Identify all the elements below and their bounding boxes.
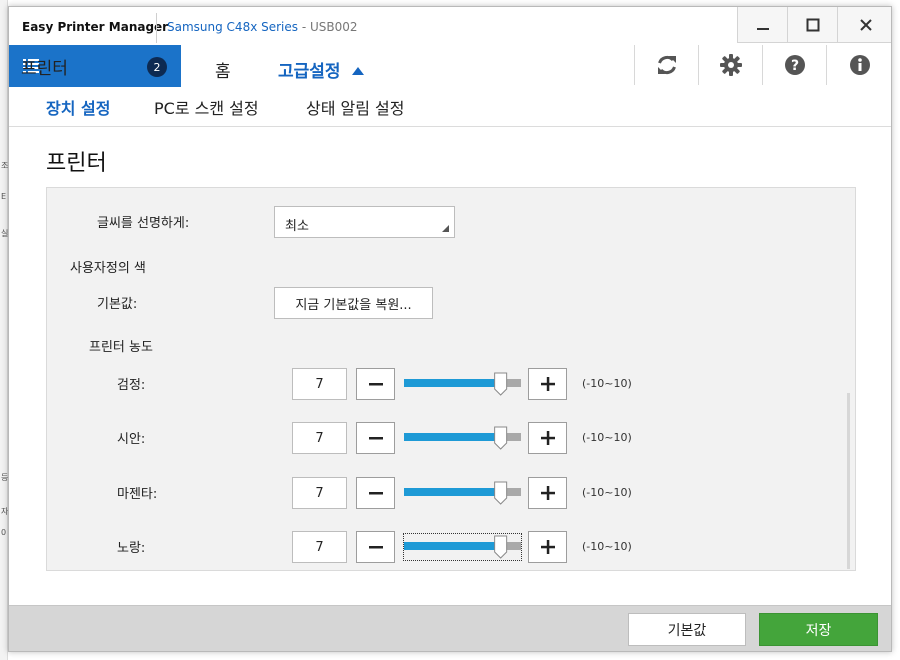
sharpen-text-value: 최소 (285, 219, 309, 234)
slider-graphic (404, 481, 521, 505)
increase-button[interactable] (528, 422, 567, 454)
slider-thumb (494, 481, 508, 505)
density-value[interactable]: 7 (292, 368, 347, 400)
info-button[interactable] (826, 45, 891, 85)
density-label: 시안: (117, 432, 146, 447)
printer-tab-label: 프린터 (21, 58, 68, 79)
slider-graphic (404, 426, 521, 450)
slider-thumb (494, 426, 508, 450)
refresh-icon (657, 55, 676, 75)
density-label: 노랑: (117, 541, 146, 556)
slider-thumb (494, 372, 508, 396)
density-value[interactable]: 7 (292, 477, 347, 509)
increase-button[interactable] (528, 477, 567, 509)
printer-settings-panel: 글씨를 선명하게: 최소 사용자정의 색 기본값: 지금 기본값을 복원... … (46, 187, 856, 571)
density-slider[interactable] (404, 425, 521, 451)
sharpen-text-select[interactable]: 최소 (274, 206, 455, 238)
caret-up-icon (352, 67, 365, 75)
density-value[interactable]: 7 (292, 422, 347, 454)
default-label: 기본값: (97, 297, 138, 312)
range-text: (-10~10) (582, 486, 632, 499)
density-row-magenta: 마젠타: 7 (-10~10) (47, 477, 857, 511)
footer-bar: 기본값 저장 (9, 605, 891, 651)
density-slider[interactable] (404, 371, 521, 397)
default-button[interactable]: 기본값 (628, 613, 746, 646)
slider-graphic (404, 372, 521, 396)
printer-name: Samsung C48x Series - USB002 (167, 20, 358, 34)
nav-home[interactable]: 홈 (215, 57, 231, 82)
maximize-button[interactable] (787, 7, 837, 43)
plus-icon (540, 377, 555, 391)
close-button[interactable] (837, 7, 891, 43)
subtab-scan-to-pc[interactable]: PC로 스캔 설정 (154, 95, 259, 119)
save-button[interactable]: 저장 (759, 613, 878, 646)
settings-button[interactable] (698, 45, 762, 85)
slider-fill (404, 379, 501, 387)
help-icon: ? (784, 55, 805, 75)
minimize-icon (756, 27, 769, 30)
printer-tab[interactable]: 프린터 2 (9, 45, 181, 87)
plus-icon (540, 431, 555, 445)
decrease-button[interactable] (356, 422, 395, 454)
plus-icon (540, 540, 555, 554)
slider-thumb (494, 535, 508, 559)
info-icon (850, 55, 870, 75)
refresh-button[interactable] (634, 45, 698, 85)
app-window: Easy Printer Manager Samsung C48x Series… (8, 6, 892, 652)
close-icon (859, 18, 872, 31)
printer-density-label: 프린터 농도 (89, 340, 153, 355)
minus-icon (368, 383, 383, 386)
decrease-button[interactable] (356, 477, 395, 509)
slider-fill (404, 488, 501, 496)
minimize-button[interactable] (737, 7, 787, 43)
subtab-device-settings[interactable]: 장치 설정 (46, 95, 110, 119)
range-text: (-10~10) (582, 377, 632, 390)
section-title: 프린터 (46, 151, 107, 176)
title-separator (156, 13, 157, 43)
slider-graphic (404, 535, 521, 559)
custom-color-label: 사용자정의 색 (70, 261, 146, 276)
plus-icon (540, 486, 555, 500)
minus-icon (368, 492, 383, 495)
printer-count-badge: 2 (147, 57, 167, 77)
range-text: (-10~10) (582, 431, 632, 444)
slider-fill (404, 433, 501, 441)
sharpen-text-label: 글씨를 선명하게: (97, 216, 190, 231)
dropdown-arrow-icon (442, 225, 449, 232)
maximize-icon (806, 18, 819, 31)
slider-fill (404, 542, 501, 550)
minus-icon (368, 437, 383, 440)
title-bar: Easy Printer Manager Samsung C48x Series… (9, 7, 891, 43)
decrease-button[interactable] (356, 531, 395, 563)
subtab-alert-settings[interactable]: 상태 알림 설정 (306, 95, 405, 119)
density-row-cyan: 시안: 7 (-10~10) (47, 422, 857, 456)
nav-advanced-settings[interactable]: 고급설정 (278, 57, 365, 82)
gear-icon (719, 54, 742, 76)
density-label: 마젠타: (117, 487, 158, 502)
range-text: (-10~10) (582, 540, 632, 553)
help-button[interactable]: ? (762, 45, 826, 85)
panel-scrollbar[interactable] (847, 393, 850, 569)
app-name: Easy Printer Manager (22, 20, 169, 34)
sub-navigation: 장치 설정 PC로 스캔 설정 상태 알림 설정 (9, 87, 891, 127)
density-label: 검정: (117, 378, 146, 393)
increase-button[interactable] (528, 368, 567, 400)
density-slider[interactable] (404, 480, 521, 506)
background-window-edge: 조E실등자0 (0, 0, 8, 660)
main-navigation: 프린터 2 홈 고급설정 ? (9, 43, 891, 87)
restore-defaults-button[interactable]: 지금 기본값을 복원... (274, 287, 433, 319)
density-row-black: 검정: 7 (-10~10) (47, 368, 857, 402)
increase-button[interactable] (528, 531, 567, 563)
svg-text:?: ? (790, 58, 798, 74)
minus-icon (368, 546, 383, 549)
density-value[interactable]: 7 (292, 531, 347, 563)
decrease-button[interactable] (356, 368, 395, 400)
density-row-yellow: 노랑: 7 (-10~10) (47, 531, 857, 565)
density-slider[interactable] (403, 533, 522, 561)
